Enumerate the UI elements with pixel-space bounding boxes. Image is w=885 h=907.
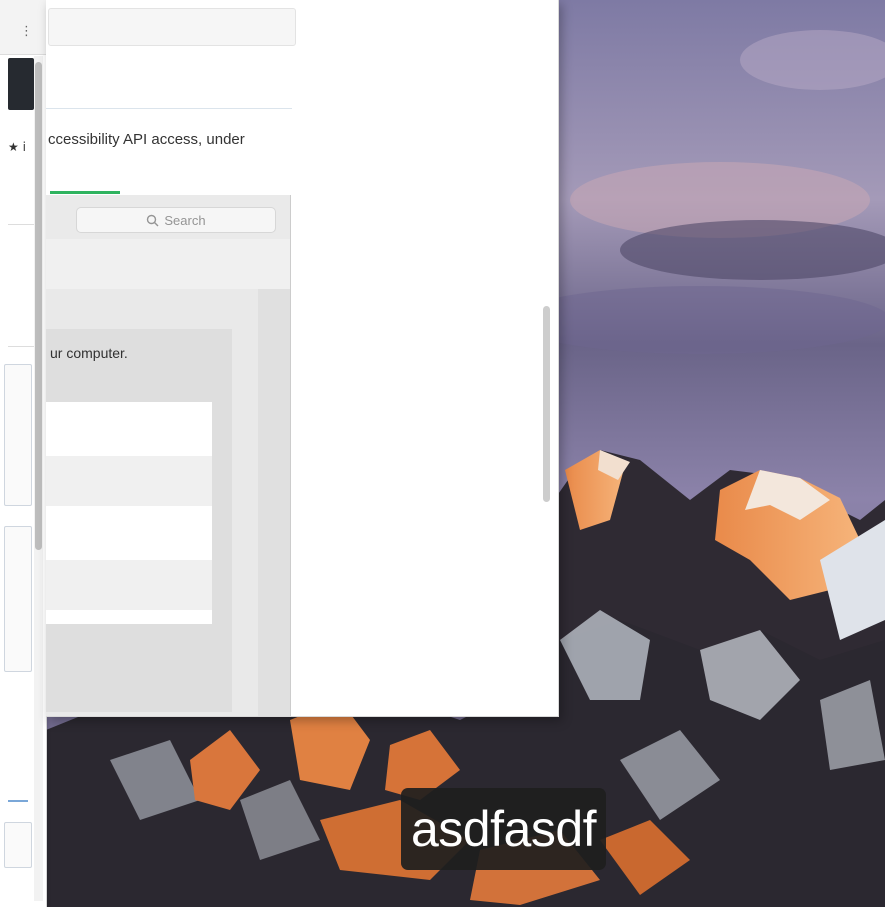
app-list[interactable] xyxy=(46,402,212,624)
preferences-titlebar: Search xyxy=(46,195,290,240)
search-icon xyxy=(147,214,159,226)
progress-indicator xyxy=(50,191,120,194)
content-card xyxy=(4,364,32,506)
divider xyxy=(46,108,292,109)
content-card xyxy=(4,526,32,672)
preferences-toolbar-band xyxy=(46,239,290,289)
scrollbar-thumb[interactable] xyxy=(543,306,550,502)
browser-window-left[interactable]: ⋮ ★ i xyxy=(0,0,47,907)
scrollbar-thumb[interactable] xyxy=(35,62,42,550)
keystroke-caption: asdfasdf xyxy=(401,788,607,870)
address-field[interactable] xyxy=(48,8,296,46)
caption-text: asdfasdf xyxy=(411,801,597,857)
divider xyxy=(8,224,34,225)
divider xyxy=(8,346,34,347)
panel-description: ur computer. xyxy=(50,345,128,361)
more-menu-icon[interactable]: ⋮ xyxy=(20,24,33,39)
search-input[interactable]: Search xyxy=(76,207,276,233)
search-placeholder: Search xyxy=(164,212,206,228)
list-item[interactable] xyxy=(46,456,212,506)
dark-header-block xyxy=(8,58,34,110)
list-item[interactable] xyxy=(46,560,212,610)
system-preferences-window[interactable]: Search ur computer. xyxy=(46,195,291,716)
browser-toolbar: ⋮ xyxy=(0,0,46,55)
link-underline xyxy=(8,800,28,802)
bookmark-star-icon[interactable]: ★ i xyxy=(8,140,26,154)
input-field[interactable] xyxy=(4,822,32,868)
instruction-text: ccessibility API access, under xyxy=(48,131,245,148)
